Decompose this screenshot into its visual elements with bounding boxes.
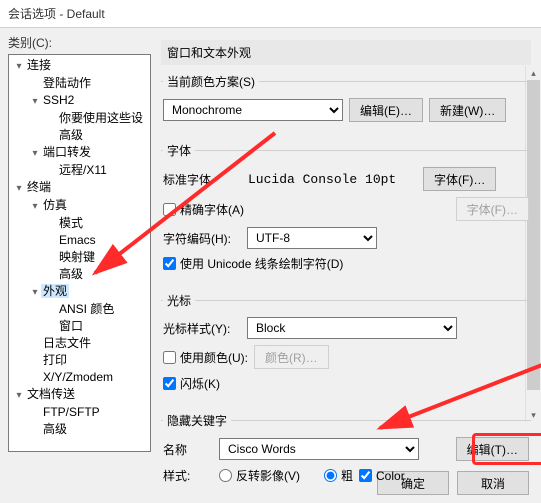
left-pane: 类别(C): ▾连接 登陆动作 ▾SSH2 你要使用这些设 高级 — [0, 28, 155, 463]
tree-print[interactable]: 打印 — [29, 352, 150, 369]
panel-title: 窗口和文本外观 — [161, 40, 531, 65]
tree-emulation[interactable]: ▾仿真 模式 Emacs 映射键 高级 — [29, 197, 150, 283]
hidden-edit-button[interactable]: 编辑(T)… — [456, 437, 529, 461]
tree-portfwd[interactable]: ▾端口转发 远程/X11 — [29, 144, 150, 179]
encoding-label: 字符编码(H): — [163, 230, 241, 247]
tree-filetransfer[interactable]: ▾文档传送 FTP/SFTP 高级 — [13, 386, 150, 438]
font-button[interactable]: 字体(F)… — [423, 167, 496, 191]
scheme-edit-button[interactable]: 编辑(E)… — [349, 98, 423, 122]
hidden-name-label: 名称 — [163, 441, 213, 458]
cursor-style-label: 光标样式(Y): — [163, 320, 241, 337]
font-button-disabled: 字体(F)… — [456, 197, 529, 221]
tree-login[interactable]: 登陆动作 — [29, 75, 150, 92]
category-tree[interactable]: ▾连接 登陆动作 ▾SSH2 你要使用这些设 高级 ▾端口转发 远程/X11 — [8, 54, 151, 452]
right-pane: 窗口和文本外观 当前颜色方案(S) Monochrome 编辑(E)… 新建(W… — [155, 28, 541, 463]
main-container: 类别(C): ▾连接 登陆动作 ▾SSH2 你要使用这些设 高级 — [0, 28, 541, 463]
tree-xyz[interactable]: X/Y/Zmodem — [29, 369, 150, 386]
cursor-legend: 光标 — [163, 292, 195, 309]
hidden-name-select[interactable]: Cisco Words — [219, 438, 419, 460]
window-title: 会话选项 - Default — [8, 5, 105, 22]
precise-font-checkbox[interactable]: 精确字体(A) — [163, 201, 244, 218]
cursor-color-checkbox[interactable]: 使用颜色(U): — [163, 349, 248, 366]
bold-radio[interactable]: 粗 — [324, 467, 353, 484]
scheme-select[interactable]: Monochrome — [163, 99, 343, 121]
tree-emacs[interactable]: Emacs — [45, 232, 150, 249]
scheme-legend: 当前颜色方案(S) — [163, 73, 259, 90]
color-scheme-group: 当前颜色方案(S) Monochrome 编辑(E)… 新建(W)… — [161, 73, 531, 136]
cursor-style-select[interactable]: Block — [247, 317, 457, 339]
tree-mapkeys[interactable]: 映射键 — [45, 249, 150, 266]
cursor-group: 光标 光标样式(Y): Block 使用颜色(U): 颜色(R)… 闪烁(K) — [161, 292, 531, 406]
tree-advanced1[interactable]: 高级 — [45, 127, 150, 144]
tree-ansi[interactable]: ANSI 颜色 — [45, 301, 150, 318]
unicode-checkbox[interactable]: 使用 Unicode 线条绘制字符(D) — [163, 255, 343, 272]
tree-connect[interactable]: ▾连接 登陆动作 ▾SSH2 你要使用这些设 高级 ▾端口转发 远程/X11 — [13, 57, 150, 179]
color-checkbox[interactable]: Color — [359, 469, 405, 483]
tree-log[interactable]: 日志文件 — [29, 335, 150, 352]
window-titlebar: 会话选项 - Default — [0, 0, 541, 28]
encoding-select[interactable]: UTF-8 — [247, 227, 377, 249]
font-legend: 字体 — [163, 142, 195, 159]
category-label: 类别(C): — [8, 34, 151, 51]
tree-ftp[interactable]: FTP/SFTP — [29, 404, 150, 421]
tree-advanced3[interactable]: 高级 — [29, 421, 150, 438]
tree-window[interactable]: 窗口 — [45, 318, 150, 335]
std-font-label: 标准字体 — [163, 171, 241, 188]
tree-mode[interactable]: 模式 — [45, 215, 150, 232]
hidden-keyword-group: 隐藏关键字 名称 Cisco Words 编辑(T)… 样式: 反转影像(V) … — [161, 412, 531, 498]
invert-radio[interactable]: 反转影像(V) — [219, 467, 300, 484]
tree-advanced2[interactable]: 高级 — [45, 266, 150, 283]
tree-terminal[interactable]: ▾终端 ▾仿真 模式 Emacs 映射键 高级 ▾外观 — [13, 179, 150, 386]
hidden-style-label: 样式: — [163, 467, 213, 484]
tree-ssh2[interactable]: ▾SSH2 你要使用这些设 高级 — [29, 92, 150, 144]
cursor-color-button: 颜色(R)… — [254, 345, 329, 369]
hidden-legend: 隐藏关键字 — [163, 412, 231, 429]
std-font-display: Lucida Console 10pt — [247, 169, 417, 190]
tree-ssh2-sub[interactable]: 你要使用这些设 — [45, 110, 150, 127]
cursor-blink-checkbox[interactable]: 闪烁(K) — [163, 375, 220, 392]
font-group: 字体 标准字体 Lucida Console 10pt 字体(F)… 精确字体(… — [161, 142, 531, 286]
tree-appearance[interactable]: ▾外观 ANSI 颜色 窗口 — [29, 283, 150, 335]
tree-remote[interactable]: 远程/X11 — [45, 162, 150, 179]
scheme-new-button[interactable]: 新建(W)… — [429, 98, 506, 122]
